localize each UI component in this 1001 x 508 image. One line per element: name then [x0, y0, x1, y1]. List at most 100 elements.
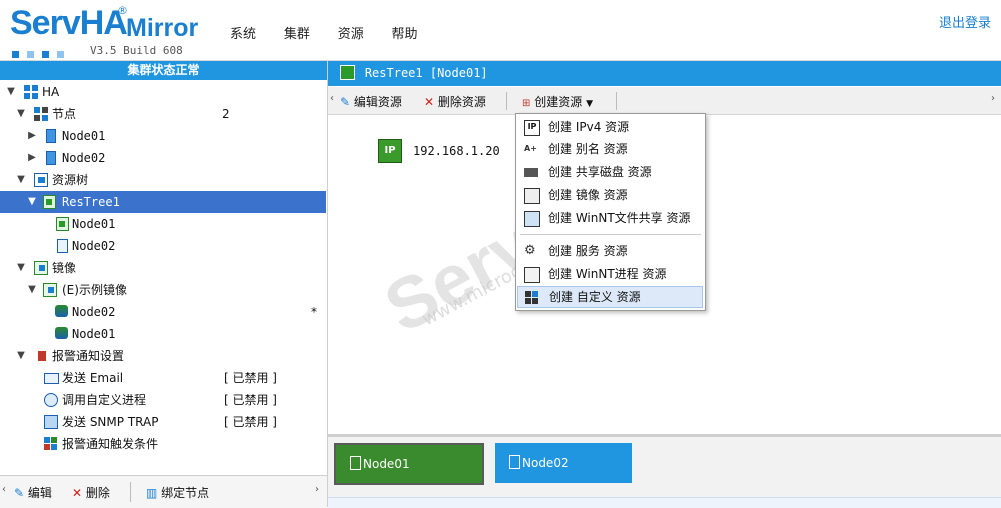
- edit-icon: ✎: [340, 95, 351, 109]
- menu-resource[interactable]: 资源: [338, 23, 364, 42]
- tree-item-node02[interactable]: ▶ Node02: [0, 147, 326, 169]
- expand-arrow-icon[interactable]: ▶: [27, 147, 37, 169]
- menu-cluster[interactable]: 集群: [284, 23, 310, 42]
- menu-help[interactable]: 帮助: [392, 23, 418, 42]
- edit-button[interactable]: ✎ 编辑: [14, 484, 52, 501]
- tree-label: Node01: [72, 217, 116, 231]
- node-tab-node02[interactable]: Node02: [495, 443, 632, 483]
- bind-node-button[interactable]: ▥ 绑定节点: [146, 484, 209, 501]
- resource-toolbar: ‹ ✎ 编辑资源 ✕ 删除资源 ⊞ 创建资源 ▼ ›: [328, 87, 1001, 115]
- menu-item-create-alias[interactable]: A+ 创建 别名 资源: [517, 138, 703, 160]
- status-disabled: [ 已禁用 ]: [224, 371, 277, 385]
- menu-item-create-custom[interactable]: 创建 自定义 资源: [517, 286, 703, 308]
- create-resource-menu: IP 创建 IPv4 资源 A+ 创建 别名 资源 创建 共享磁盘 资源 创建 …: [515, 113, 706, 311]
- delete-button[interactable]: ✕ 删除: [72, 484, 110, 501]
- tree-item-alarm-process[interactable]: 调用自定义进程 [ 已禁用 ]: [0, 389, 326, 411]
- expand-arrow-icon[interactable]: ▶: [27, 125, 37, 147]
- tree-label: 发送 Email: [62, 371, 124, 385]
- scroll-right-arrow-icon[interactable]: ›: [315, 484, 319, 495]
- delete-resource-label: 删除资源: [437, 95, 486, 109]
- tree-label: 资源树: [52, 173, 89, 187]
- menu-separator: [520, 234, 701, 235]
- scroll-left-arrow-icon[interactable]: ‹: [2, 484, 6, 495]
- toolbar-divider: [616, 92, 617, 110]
- tree-item-alarm-snmp[interactable]: 发送 SNMP TRAP [ 已禁用 ]: [0, 411, 326, 433]
- tree-label: Node02: [72, 239, 116, 253]
- collapse-arrow-icon[interactable]: ▼: [16, 169, 26, 191]
- collapse-arrow-icon[interactable]: ▼: [6, 81, 16, 103]
- tree-label: 节点: [52, 107, 77, 121]
- collapse-arrow-icon[interactable]: ▼: [16, 345, 26, 367]
- edit-label: 编辑: [27, 486, 52, 500]
- new-resource-icon: ⊞: [522, 98, 531, 109]
- collapse-arrow-icon[interactable]: ▼: [27, 191, 37, 213]
- menu-item-create-winnt-process[interactable]: 创建 WinNT进程 资源: [517, 263, 703, 285]
- delete-resource-button[interactable]: ✕ 删除资源: [424, 93, 486, 110]
- edit-icon: ✎: [14, 486, 25, 500]
- edit-resource-button[interactable]: ✎ 编辑资源: [340, 93, 402, 110]
- tree-label: Node01: [72, 327, 116, 341]
- delete-label: 删除: [85, 486, 110, 500]
- collapse-arrow-icon[interactable]: ▼: [16, 103, 26, 125]
- active-node-icon: [56, 217, 69, 231]
- menu-item-create-shared-disk[interactable]: 创建 共享磁盘 资源: [517, 161, 703, 183]
- scroll-left-arrow-icon[interactable]: ‹: [330, 93, 334, 104]
- tree-item-alarm-settings[interactable]: ▼ 报警通知设置: [0, 345, 326, 367]
- status-bar: [328, 497, 1001, 508]
- restree-icon: [340, 65, 355, 80]
- create-resource-dropdown-button[interactable]: ⊞ 创建资源 ▼: [522, 93, 593, 110]
- ipv4-resource-icon: IP: [378, 139, 402, 163]
- tree-item-alarm-email[interactable]: 发送 Email [ 已禁用 ]: [0, 367, 326, 389]
- menu-item-create-winnt-share[interactable]: 创建 WinNT文件共享 资源: [517, 207, 703, 229]
- menu-item-create-mirror[interactable]: 创建 镜像 资源: [517, 184, 703, 206]
- collapse-arrow-icon[interactable]: ▼: [27, 279, 37, 301]
- collapse-arrow-icon[interactable]: ▼: [16, 257, 26, 279]
- servha-logo: ServHA ® Mirror V3.5 Build 608: [10, 4, 210, 58]
- scroll-right-arrow-icon[interactable]: ›: [991, 93, 995, 104]
- left-toolbar: ‹ ✎ 编辑 ✕ 删除 ▥ 绑定节点 ›: [0, 475, 327, 508]
- tree-label: 发送 SNMP TRAP: [62, 415, 159, 429]
- menu-item-label: 创建 共享磁盘 资源: [548, 165, 652, 179]
- tree-item-mirror[interactable]: ▼ 镜像: [0, 257, 326, 279]
- node-tab-label: Node01: [363, 457, 410, 471]
- tree-item-resource-tree[interactable]: ▼ 资源树: [0, 169, 326, 191]
- server-node-icon: [46, 129, 56, 143]
- tree-item-ha[interactable]: ▼ HA: [0, 81, 326, 103]
- resource-panel: ResTree1 [Node01] ‹ ✎ 编辑资源 ✕ 删除资源 ⊞ 创建资源…: [328, 61, 1001, 508]
- menu-item-label: 创建 服务 资源: [548, 244, 628, 258]
- disk-icon: [55, 305, 68, 317]
- delete-x-icon: ✕: [72, 486, 83, 500]
- menu-item-label: 创建 WinNT文件共享 资源: [548, 211, 691, 225]
- tree-label: 调用自定义进程: [62, 393, 147, 407]
- resource-tree-icon: [34, 173, 48, 187]
- toolbar-divider: [506, 92, 507, 110]
- tree-label: 镜像: [52, 261, 77, 275]
- tree-label: Node01: [62, 129, 106, 143]
- logo-brand: ServHA: [10, 4, 128, 42]
- delete-x-icon: ✕: [424, 95, 435, 109]
- logout-link[interactable]: 退出登录: [939, 12, 991, 31]
- tree-item-nodes[interactable]: ▼ 节点 2: [0, 103, 326, 125]
- bind-node-label: 绑定节点: [161, 486, 210, 500]
- top-menu: 系统 集群 资源 帮助: [230, 23, 442, 42]
- menu-system[interactable]: 系统: [230, 23, 256, 42]
- tree-item-example-mirror[interactable]: ▼ (E)示例镜像: [0, 279, 326, 301]
- file-share-icon: [524, 211, 540, 227]
- snmp-icon: [44, 415, 58, 429]
- tree-label: (E)示例镜像: [62, 283, 127, 297]
- sync-star-marker: *: [311, 305, 317, 319]
- tree-item-alarm-trigger[interactable]: 报警通知触发条件: [0, 433, 326, 455]
- tree-item-node01[interactable]: ▶ Node01: [0, 125, 326, 147]
- tree-item-restree1-node01[interactable]: Node01: [0, 213, 326, 235]
- process-window-icon: [524, 267, 540, 283]
- tree-item-mirror-node01[interactable]: Node01: [0, 323, 326, 345]
- tree-label: Node02: [72, 305, 116, 319]
- menu-item-create-service[interactable]: ⚙ 创建 服务 资源: [517, 240, 703, 262]
- menu-item-create-ipv4[interactable]: IP 创建 IPv4 资源: [517, 116, 703, 138]
- version-label: V3.5 Build 608: [90, 44, 183, 57]
- node-tab-node01[interactable]: Node01: [334, 443, 484, 485]
- tree-item-restree1-node02[interactable]: Node02: [0, 235, 326, 257]
- nodes-count: 2: [222, 107, 230, 121]
- tree-item-mirror-node02[interactable]: Node02 *: [0, 301, 326, 323]
- tree-item-restree1[interactable]: ▼ ResTree1: [0, 191, 326, 213]
